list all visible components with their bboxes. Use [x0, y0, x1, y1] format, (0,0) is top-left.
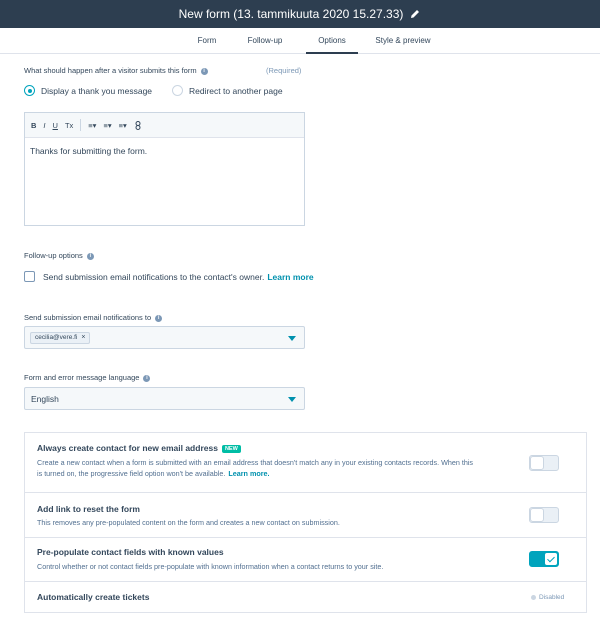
caret-down-icon[interactable]: [288, 336, 296, 341]
always-create-contact-toggle[interactable]: [529, 455, 559, 471]
tab-form[interactable]: Form: [192, 28, 222, 54]
reset-link-toggle[interactable]: [529, 507, 559, 523]
new-badge: NEW: [221, 444, 241, 453]
bold-button[interactable]: B: [31, 121, 36, 130]
link-icon[interactable]: [134, 120, 142, 130]
tab-options[interactable]: Options: [306, 28, 358, 54]
radio-thank-you[interactable]: Display a thank you message: [24, 85, 152, 96]
check-icon: [544, 552, 558, 566]
caret-down-icon[interactable]: [288, 397, 296, 402]
language-label: Form and error message language i: [24, 373, 151, 382]
info-icon[interactable]: i: [200, 67, 208, 75]
notification-recipients-select[interactable]: cecilia@vere.fi ×: [24, 326, 305, 349]
status-dot-icon: [531, 595, 536, 600]
radio-redirect[interactable]: Redirect to another page: [172, 85, 283, 96]
italic-button[interactable]: I: [43, 121, 45, 130]
top-bar: New form (13. tammikuuta 2020 15.27.33): [0, 0, 600, 28]
info-icon[interactable]: i: [86, 252, 94, 260]
tab-bar: Form Follow-up Options Style & preview: [0, 28, 600, 54]
setting-title: Automatically create tickets: [37, 592, 150, 602]
followup-options-label: Follow-up options i: [24, 251, 94, 260]
underline-button[interactable]: U: [53, 121, 58, 130]
setting-row-auto-tickets: Automatically create tickets Disabled: [25, 582, 586, 612]
owner-notification-checkbox[interactable]: [24, 271, 35, 282]
owner-notification-option: Send submission email notifications to t…: [24, 271, 314, 282]
clear-format-button[interactable]: Tx: [65, 121, 73, 130]
setting-title: Add link to reset the form: [37, 504, 140, 514]
prepopulate-toggle[interactable]: [529, 551, 559, 567]
info-icon[interactable]: i: [143, 374, 151, 382]
radio-selected-icon[interactable]: [24, 85, 35, 96]
toggle-knob: [530, 508, 544, 522]
numbered-list-dropdown[interactable]: ≡▾: [103, 121, 111, 130]
setting-row-prepopulate: Pre-populate contact fields with known v…: [25, 538, 586, 582]
recipient-chip: cecilia@vere.fi ×: [30, 332, 91, 344]
bullet-list-dropdown[interactable]: ≡▾: [88, 121, 96, 130]
radio-unselected-icon[interactable]: [172, 85, 183, 96]
notifications-label: Send submission email notifications to i: [24, 313, 163, 322]
pencil-icon[interactable]: [409, 8, 421, 20]
setting-title: Always create contact for new email addr…: [37, 443, 218, 453]
status-badge: Disabled: [531, 594, 564, 601]
settings-panel: Always create contact for new email addr…: [24, 432, 587, 613]
toggle-knob: [530, 456, 544, 470]
learn-more-link[interactable]: Learn more: [267, 272, 313, 282]
language-value: English: [31, 394, 59, 404]
language-select[interactable]: English: [24, 387, 305, 410]
learn-more-link[interactable]: Learn more.: [228, 469, 269, 478]
tab-style-preview[interactable]: Style & preview: [371, 28, 435, 54]
form-title[interactable]: New form (13. tammikuuta 2020 15.27.33): [179, 7, 404, 21]
remove-chip-icon[interactable]: ×: [81, 333, 85, 343]
setting-row-always-create-contact: Always create contact for new email addr…: [25, 433, 586, 493]
thank-you-editor[interactable]: B I U Tx ≡▾ ≡▾ ≡▾ Thanks for submitting …: [24, 112, 305, 226]
tab-follow-up[interactable]: Follow-up: [243, 28, 287, 54]
required-indicator: (Required): [266, 66, 302, 75]
setting-title: Pre-populate contact fields with known v…: [37, 547, 224, 557]
setting-description: Control whether or not contact fields pr…: [37, 562, 384, 571]
toolbar-divider: [80, 119, 82, 131]
editor-toolbar: B I U Tx ≡▾ ≡▾ ≡▾: [25, 113, 304, 138]
editor-content[interactable]: Thanks for submitting the form.: [25, 138, 304, 164]
info-icon[interactable]: i: [155, 314, 163, 322]
submit-action-label: What should happen after a visitor submi…: [24, 66, 208, 75]
setting-description: This removes any pre-populated content o…: [37, 518, 340, 527]
align-dropdown[interactable]: ≡▾: [119, 121, 127, 130]
setting-row-reset-link: Add link to reset the form This removes …: [25, 493, 586, 538]
